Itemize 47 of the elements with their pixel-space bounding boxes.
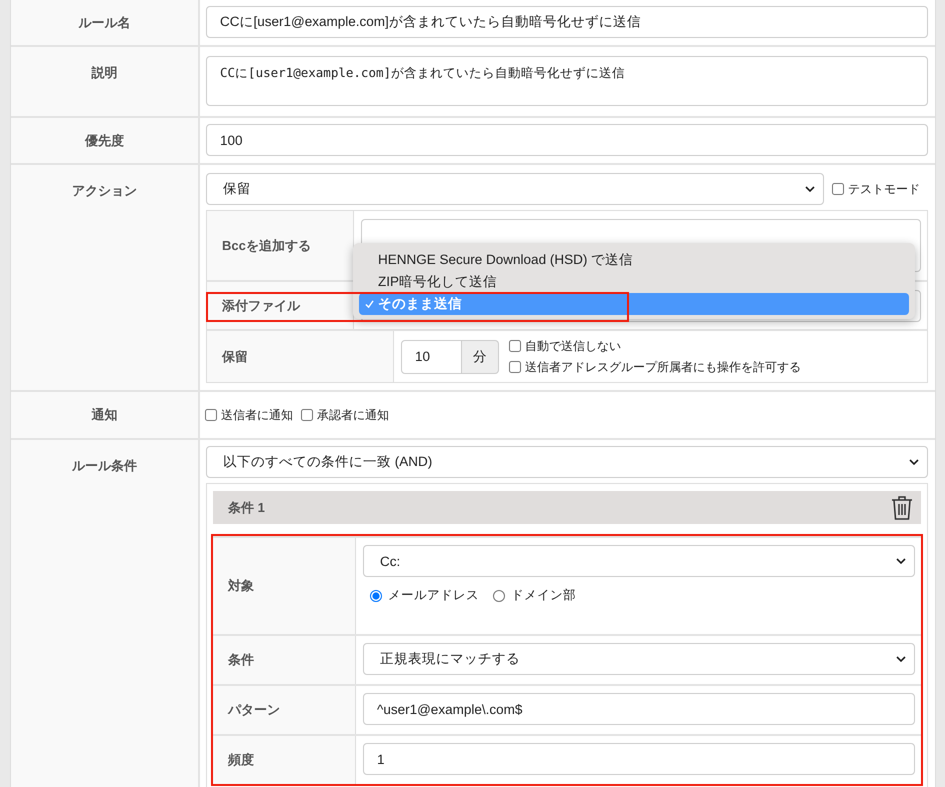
field-label: ルール名	[78, 14, 130, 32]
match-dropdown[interactable]: 以下のすべての条件に一致 (AND)	[206, 446, 928, 478]
chevron-icon	[805, 186, 815, 192]
radio-label: ドメイン部	[511, 587, 576, 604]
checkmark-icon	[365, 300, 374, 308]
chevron-icon	[896, 558, 906, 564]
radio-button[interactable]	[370, 590, 382, 602]
field-label: ルール条件	[72, 458, 137, 473]
text-field[interactable]: CCに[user1@example.com]が含まれていたら自動暗号化せずに送信	[206, 6, 928, 38]
field-label: アクション	[72, 183, 137, 198]
text-field[interactable]: 1	[363, 743, 915, 775]
checkbox[interactable]	[509, 340, 521, 352]
field-label: パターン	[228, 701, 280, 719]
field-label: 通知	[92, 406, 118, 424]
field-label: 優先度	[85, 132, 124, 150]
text-field[interactable]: ^user1@example\.com$	[363, 693, 915, 725]
condition-dropdown[interactable]: Cc:	[363, 545, 915, 577]
field-label: 条件	[228, 651, 254, 669]
checkbox-label: 送信者アドレスグループ所属者にも操作を許可する	[525, 358, 801, 376]
field-label: 頻度	[228, 751, 254, 769]
field-label: 対象	[228, 577, 254, 595]
checkbox[interactable]	[301, 409, 313, 421]
radio-button[interactable]	[493, 590, 505, 602]
minutes-field[interactable]: 10	[401, 340, 462, 374]
checkbox-label: 承認者に通知	[317, 406, 389, 424]
condition-title: 条件 1	[228, 498, 265, 516]
field-label: 保留	[222, 348, 248, 366]
dropdown-option[interactable]: HENNGE Secure Download (HSD) で送信	[359, 249, 909, 271]
text-field[interactable]: 100	[206, 124, 928, 156]
text-area[interactable]: CCに[user1@example.com]が含まれていたら自動暗号化せずに送信	[206, 56, 928, 106]
action-dropdown[interactable]: 保留	[206, 173, 824, 205]
chevron-icon	[909, 459, 919, 465]
field-label: 添付ファイル	[222, 296, 300, 314]
dropdown-option[interactable]: ZIP暗号化して送信	[359, 271, 909, 293]
checkbox-label: 送信者に通知	[221, 406, 293, 424]
field-label: Bccを追加する	[222, 236, 311, 254]
chevron-icon	[896, 656, 906, 662]
unit-label: 分	[462, 340, 499, 374]
field-label: 説明	[92, 65, 118, 80]
condition-dropdown[interactable]: 正規表現にマッチする	[363, 643, 915, 675]
checkbox[interactable]	[832, 183, 844, 195]
checkbox[interactable]	[509, 361, 521, 373]
checkbox-label: テストモード	[848, 180, 920, 198]
trash-icon[interactable]	[891, 494, 913, 520]
checkbox-label: 自動で送信しない	[525, 338, 621, 354]
radio-label: メールアドレス	[388, 587, 479, 604]
checkbox[interactable]	[205, 409, 217, 421]
